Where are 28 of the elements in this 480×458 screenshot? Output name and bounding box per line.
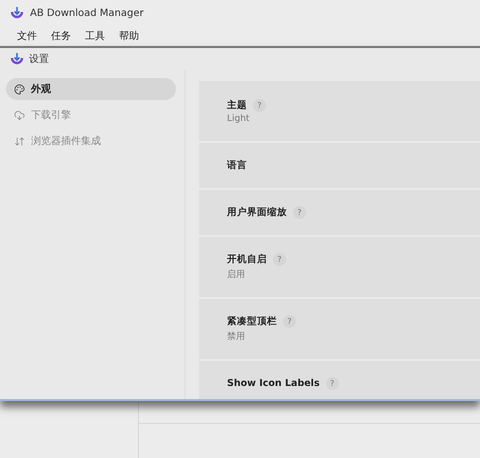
help-icon[interactable]: ? — [253, 98, 266, 112]
sidebar-item[interactable]: 外观 — [6, 78, 176, 100]
sidebar-item[interactable]: 浏览器插件集成 — [6, 130, 176, 152]
help-icon[interactable]: ? — [273, 253, 286, 266]
setting-value: Light — [227, 114, 250, 124]
app-logo-icon — [10, 6, 24, 20]
window-title: AB Download Manager — [30, 8, 144, 18]
menu-item[interactable]: 文件 — [12, 29, 42, 43]
window-title: 设置 — [29, 52, 49, 66]
setting-label: 开机自启 — [227, 253, 267, 266]
setting-value: 禁用 — [227, 330, 246, 343]
help-icon[interactable]: ? — [326, 377, 339, 390]
cloud-download-icon — [14, 110, 25, 120]
help-icon[interactable]: ? — [283, 315, 296, 328]
setting-label: 主题 — [227, 98, 247, 112]
menu-item[interactable]: 任务 — [46, 29, 76, 43]
setting-label: 用户界面缩放 — [227, 206, 287, 219]
app-logo-icon — [10, 52, 24, 66]
setting-label: 语言 — [227, 159, 247, 172]
setting-label: Show Icon Labels — [227, 378, 320, 389]
sidebar-item[interactable]: 下载引擎 — [6, 104, 176, 126]
menu-item[interactable]: 帮助 — [114, 29, 144, 43]
setting-value: 启用 — [227, 268, 246, 281]
help-icon[interactable]: ? — [293, 206, 306, 219]
up-down-arrows-icon — [14, 136, 25, 146]
palette-icon — [14, 84, 25, 94]
menu-item[interactable]: 工具 — [80, 29, 110, 43]
setting-label: 紧凑型顶栏 — [227, 315, 277, 328]
